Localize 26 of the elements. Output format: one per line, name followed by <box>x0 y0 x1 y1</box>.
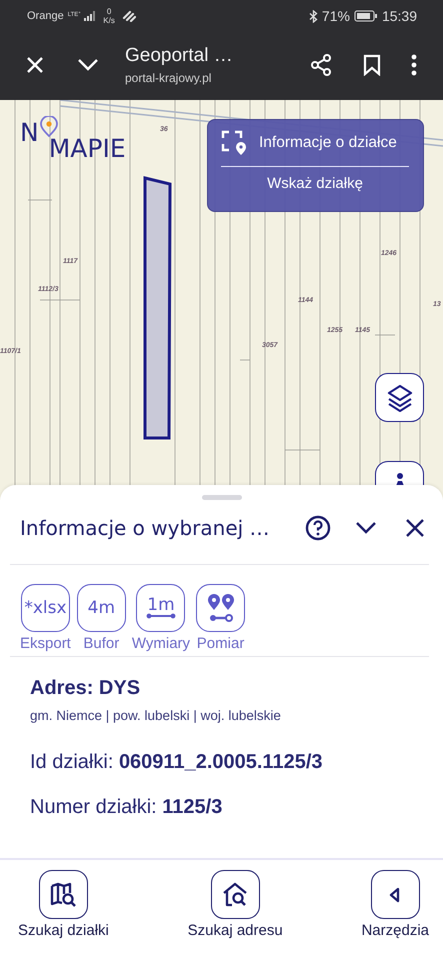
tool-button[interactable]: *xlsx <box>20 584 70 632</box>
parcel-field: Numer działki: 1125/3 <box>0 774 443 819</box>
logo-text: N <box>20 118 39 147</box>
page-title: Geoportal … <box>125 45 234 67</box>
clock-time: 15:39 <box>382 8 417 24</box>
tool-label: Pomiar <box>196 635 244 652</box>
tool-button[interactable]: 1m <box>136 584 186 632</box>
nav-label: Szukaj adresu <box>188 922 283 939</box>
battery-percent: 71% <box>322 8 350 24</box>
speed-value: 0 <box>106 7 112 16</box>
nav-label: Szukaj działki <box>18 922 109 939</box>
tool-label: Bufor <box>83 635 120 652</box>
parcel-field: Id działki: 060911_2.0005.1125/3 <box>0 723 443 774</box>
sheet-title: Informacje o wybranej … <box>20 516 271 540</box>
address-title: Adres: DYS <box>30 677 142 700</box>
nav-label: Narzędzia <box>361 922 429 939</box>
page-url: portal-krajowy.pl <box>125 71 212 85</box>
carrier-name: Orange <box>27 10 64 22</box>
address-details: gm. Niemce | pow. lubelski | woj. lubelskie <box>30 708 282 723</box>
tool-button[interactable]: 4m <box>76 584 126 632</box>
tool-label: Eksport <box>20 635 71 652</box>
logo-text: MAPIE <box>48 134 126 163</box>
select-parcel-button[interactable]: Wskaż działkę <box>263 175 367 192</box>
panel-title: Informacje o działce <box>259 134 397 152</box>
tool-label: Wymiary <box>132 635 190 652</box>
speed-unit: K/s <box>103 16 115 25</box>
